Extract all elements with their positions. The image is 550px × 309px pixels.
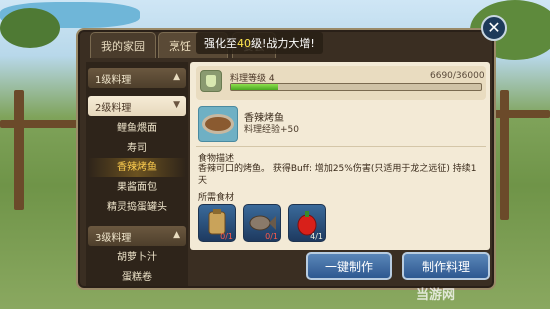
make-dish-button[interactable]: 制作料理 — [402, 252, 490, 280]
chevron-up-icon: ▲ — [173, 230, 180, 240]
category-label: 3级料理 — [95, 232, 132, 244]
recipe-item[interactable]: 精灵捣蛋罐头 — [88, 198, 186, 217]
recipe-list[interactable]: 1级料理 ▲ 2级料理 ▼ 鲤鱼煨面 寿司 香辣烤鱼 果酱面包 精灵捣蛋罐头 3… — [86, 62, 188, 286]
ingredient-count: 0/1 — [220, 232, 233, 241]
recipe-item[interactable]: 鲤鱼煨面 — [88, 119, 186, 138]
cooking-level-exp: 6690/36000 — [430, 71, 485, 81]
category-label: 1级料理 — [95, 74, 132, 86]
recipe-item[interactable]: 蛋糕卷 — [88, 268, 186, 286]
category-label: 2级料理 — [95, 102, 132, 114]
tab-home[interactable]: 我的家园 — [90, 32, 156, 58]
close-button[interactable]: ✕ — [481, 15, 507, 41]
category-level1[interactable]: 1级料理 ▲ — [88, 68, 186, 88]
ingredient-count: 4/1 — [310, 232, 323, 241]
upgrade-toast: 强化至 40 级!战力大增! — [196, 32, 323, 54]
dish-exp: 料理经验+50 — [244, 125, 299, 135]
divider — [196, 146, 486, 147]
ingredient-slot[interactable]: 0/1 — [198, 204, 236, 242]
recipe-item-selected[interactable]: 香辣烤鱼 — [88, 158, 186, 177]
ingredient-slot[interactable]: 0/1 — [243, 204, 281, 242]
category-level2[interactable]: 2级料理 ▼ — [88, 96, 186, 116]
close-icon: ✕ — [487, 18, 501, 37]
recipe-item[interactable]: 果酱面包 — [88, 178, 186, 197]
chevron-down-icon: ▼ — [173, 100, 180, 110]
cooking-level-icon — [200, 70, 222, 92]
chevron-up-icon: ▲ — [173, 72, 180, 82]
description-text: 香辣可口的烤鱼。 获得Buff: 增加25%伤害(只适用于龙之远征) 持续1天 — [198, 164, 477, 186]
toast-level: 40 — [237, 36, 251, 50]
cooking-level-progress — [230, 83, 482, 91]
ingredients-title: 所需食材 — [198, 193, 235, 203]
category-level3[interactable]: 3级料理 ▲ — [88, 226, 186, 246]
ingredient-slot[interactable]: 4/1 — [288, 204, 326, 242]
recipe-item[interactable]: 寿司 — [88, 139, 186, 158]
watermark: 当游网 — [416, 288, 456, 303]
grilled-fish-icon — [198, 106, 238, 142]
one-click-make-button[interactable]: 一键制作 — [306, 252, 392, 280]
ingredient-count: 0/1 — [265, 232, 278, 241]
recipe-item[interactable]: 胡萝卜汁 — [88, 248, 186, 267]
toast-suffix: 级!战力大增! — [251, 37, 315, 50]
toast-prefix: 强化至 — [204, 37, 237, 50]
